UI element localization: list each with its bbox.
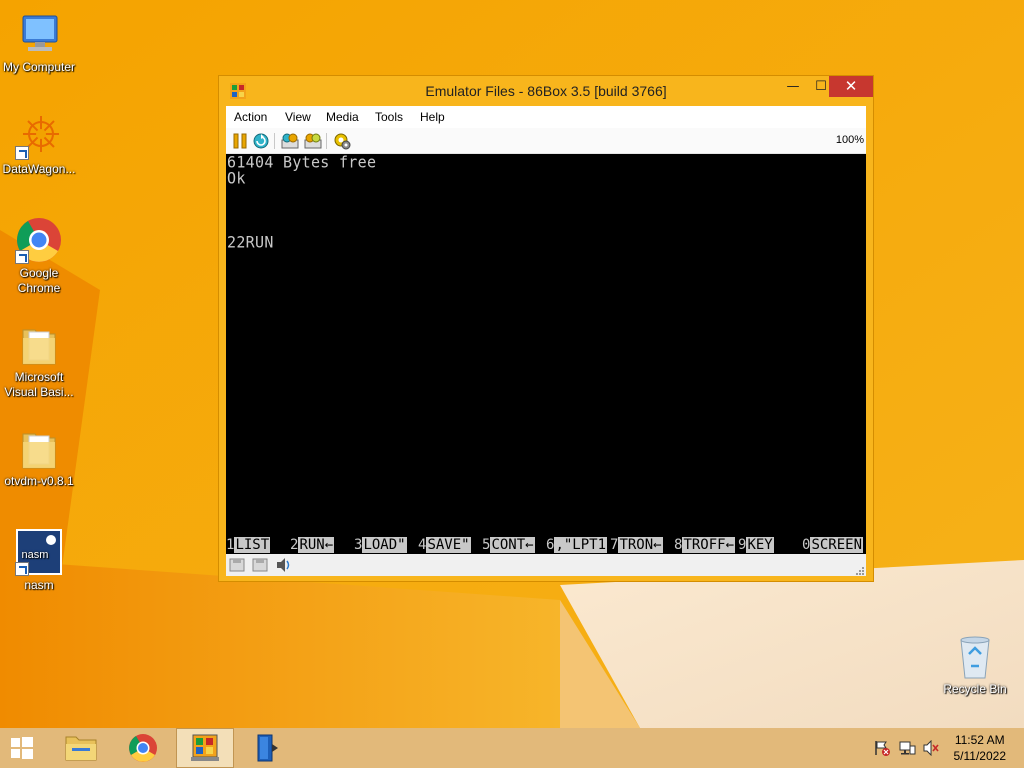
function-key-8: 8TROFF← [674, 537, 736, 553]
function-key-0: 0SCREEN [802, 537, 864, 553]
shortcut-arrow-icon [15, 146, 29, 160]
nasm-icon: nasm [15, 528, 63, 576]
function-key-1: 1LIST [226, 537, 271, 553]
recycle-bin-icon [951, 632, 999, 680]
desktop-icon-otvdm-folder[interactable]: otvdm-v0.8.1 [0, 424, 78, 489]
function-key-6: 6,"LPT1 [546, 537, 608, 553]
desktop-icon-label: otvdm-v0.8.1 [4, 474, 74, 488]
window-title: Emulator Files - 86Box 3.5 [build 3766] [425, 83, 667, 99]
minimize-button[interactable]: — [779, 76, 807, 97]
function-key-2: 2RUN← [290, 537, 335, 553]
pause-icon[interactable] [231, 132, 249, 150]
ctrl-alt-del-icon[interactable] [281, 132, 299, 150]
toolbar-separator [274, 133, 275, 149]
window-client: Action View Media Tools Help 100% 61404 … [226, 106, 866, 576]
desktop-icon-visual-basic-folder[interactable]: Microsoft Visual Basi... [0, 320, 78, 400]
close-button[interactable]: ✕ [829, 76, 873, 97]
menu-help[interactable]: Help [420, 110, 445, 124]
menu-tools[interactable]: Tools [375, 110, 403, 124]
toolbar-separator [326, 133, 327, 149]
shortcut-arrow-icon [15, 250, 29, 264]
desktop-icon-label: nasm [24, 578, 54, 592]
floppy-drive-icon[interactable] [251, 557, 269, 573]
status-bar [226, 554, 866, 576]
start-button[interactable] [0, 728, 58, 768]
screen-line: 22RUN [227, 232, 274, 252]
menu-bar: Action View Media Tools Help [226, 106, 866, 128]
desktop-icon-label: My Computer [2, 60, 76, 74]
desktop-icon-recycle-bin[interactable]: Recycle Bin [936, 632, 1014, 697]
desktop-icon-google-chrome[interactable]: Google Chrome [0, 216, 78, 296]
reset-icon[interactable] [252, 132, 270, 150]
folder-icon [15, 320, 63, 368]
desktop-icon-my-computer[interactable]: My Computer [0, 10, 78, 75]
volume-muted-icon[interactable] [922, 739, 940, 757]
clock-date: 5/11/2022 [953, 749, 1007, 763]
nasm-logo-text: nasm [22, 549, 49, 561]
taskbar-google-chrome[interactable] [114, 728, 172, 768]
menu-action[interactable]: Action [234, 110, 267, 124]
toolbar: 100% [226, 128, 866, 154]
taskbar-file-explorer[interactable] [52, 728, 110, 768]
desktop-icon-nasm[interactable]: nasm nasm [0, 528, 78, 593]
menu-media[interactable]: Media [326, 110, 359, 124]
datawagon-icon [15, 112, 63, 160]
desktop-icon-label: Google Chrome [17, 266, 61, 295]
desktop-icon-datawagon[interactable]: DataWagon... [0, 112, 78, 177]
function-key-7: 7TRON← [610, 537, 663, 553]
function-key-9: 9KEY [738, 537, 774, 553]
taskbar-86box[interactable] [176, 728, 234, 768]
function-key-3: 3LOAD" [354, 537, 407, 553]
computer-icon [15, 10, 63, 58]
screen-line: 61404 Bytes free [227, 152, 377, 172]
screen-line: Ok [227, 168, 246, 188]
chrome-icon [15, 216, 63, 264]
taskbar: 11:52 AM 5/11/2022 [0, 728, 1024, 768]
menu-view[interactable]: View [285, 110, 311, 124]
basic-function-key-bar: 1LIST 2RUN← 3LOAD" 4SAVE" 5CONT← 6,"LPT1… [226, 537, 866, 553]
taskbar-app-blue-door[interactable] [238, 728, 296, 768]
desktop-icon-label: Recycle Bin [943, 682, 1007, 696]
resize-grip-icon[interactable] [854, 564, 864, 575]
settings-icon[interactable] [333, 132, 351, 150]
sound-icon[interactable] [275, 557, 293, 573]
function-key-4: 4SAVE" [418, 537, 471, 553]
zoom-level: 100% [835, 134, 864, 146]
desktop-icon-label: Microsoft Visual Basi... [4, 370, 74, 399]
desktop-icon-label: DataWagon... [2, 162, 76, 176]
folder-icon [15, 424, 63, 472]
clock-time: 11:52 AM [954, 733, 1005, 747]
network-icon[interactable] [898, 740, 916, 756]
function-key-5: 5CONT← [482, 537, 535, 553]
emulator-window: Emulator Files - 86Box 3.5 [build 3766] … [218, 75, 874, 582]
taskbar-clock[interactable]: 11:52 AM 5/11/2022 [954, 732, 1007, 764]
action-center-flag-icon[interactable] [873, 740, 891, 756]
ctrl-alt-esc-icon[interactable] [304, 132, 322, 150]
shortcut-arrow-icon [15, 562, 29, 576]
floppy-drive-icon[interactable] [228, 557, 246, 573]
window-titlebar[interactable]: Emulator Files - 86Box 3.5 [build 3766] … [219, 76, 873, 106]
emulator-screen[interactable]: 61404 Bytes free Ok 22RUN 1LIST 2RUN← 3L… [226, 154, 866, 554]
